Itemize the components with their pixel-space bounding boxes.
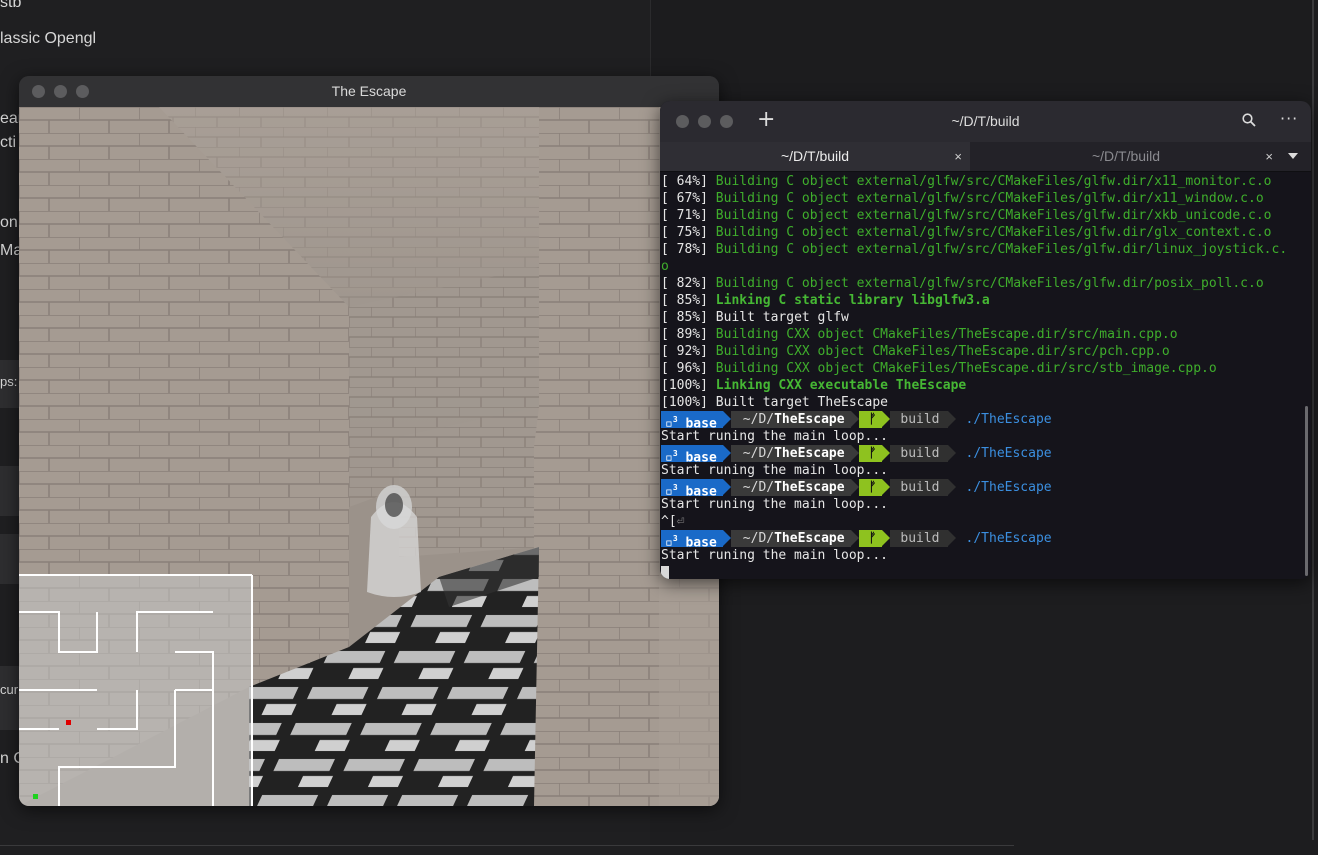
background-line: ps: — [0, 374, 18, 389]
background-scrollbar[interactable] — [1312, 0, 1314, 840]
background-divider — [0, 845, 1014, 846]
run-output-line: Start runing the main loop... — [661, 497, 888, 512]
game-titlebar[interactable]: The Escape — [19, 76, 719, 107]
game-viewport[interactable] — [19, 107, 719, 806]
build-line: [ 78%] Building C object external/glfw/s… — [661, 242, 1288, 257]
build-line: o — [661, 259, 669, 274]
background-band — [0, 534, 20, 584]
conda-env-segment: ▫3 base — [661, 411, 723, 431]
command-text: ./TheEscape — [965, 531, 1052, 546]
git-segment: ᚠ — [858, 445, 883, 462]
dir-segment: build — [890, 479, 948, 496]
minimap-exit-marker — [33, 794, 38, 799]
maze-scene — [19, 107, 719, 806]
background-line: lassic Opengl — [0, 30, 97, 47]
build-line: [100%] Built target TheEscape — [661, 395, 888, 410]
shell-prompt: ▫3 base ~/D/TheEscape ᚠ build ./TheEscap… — [661, 411, 1301, 431]
terminal-headerbar[interactable]: + ~/D/T/build ··· — [660, 101, 1311, 142]
tab-label: ~/D/T/build — [780, 148, 850, 164]
tab-build-active[interactable]: ~/D/T/build × — [660, 142, 970, 171]
terminal-title: ~/D/T/build — [951, 113, 1020, 129]
build-line: [100%] Linking CXX executable TheEscape — [661, 378, 967, 393]
game-window[interactable]: The Escape — [19, 76, 719, 806]
build-line: [ 85%] Linking C static library libglfw3… — [661, 293, 990, 308]
background-right-pane — [650, 0, 1313, 100]
git-segment: ᚠ — [858, 411, 883, 428]
conda-env-segment: ▫3 base — [661, 445, 723, 465]
search-icon[interactable] — [1242, 113, 1256, 127]
path-segment: ~/D/TheEscape — [730, 530, 851, 547]
terminal-output[interactable]: [ 64%] Building C object external/glfw/s… — [661, 173, 1301, 579]
interrupt-line: ^[⏎ — [661, 514, 685, 529]
background-line: cur — [0, 682, 19, 697]
command-text: ./TheEscape — [965, 412, 1052, 427]
terminal-cursor — [661, 566, 669, 579]
background-line: stb — [0, 0, 22, 11]
build-line: [ 96%] Building CXX object CMakeFiles/Th… — [661, 361, 1217, 376]
build-line: [ 89%] Building CXX object CMakeFiles/Th… — [661, 327, 1178, 342]
git-segment: ᚠ — [858, 530, 883, 547]
command-text: ./TheEscape — [965, 446, 1052, 461]
minimap — [19, 574, 253, 806]
shell-prompt: ▫3 base ~/D/TheEscape ᚠ build ./TheEscap… — [661, 445, 1301, 465]
background-line: cti — [0, 134, 16, 151]
game-window-title: The Escape — [331, 83, 407, 99]
build-line: [ 85%] Built target glfw — [661, 310, 849, 325]
shell-prompt: ▫3 base ~/D/TheEscape ᚠ build ./TheEscap… — [661, 479, 1301, 499]
dir-segment: build — [890, 530, 948, 547]
terminal-window[interactable]: + ~/D/T/build ··· ~/D/T/build × ~/D/T/bu… — [660, 101, 1311, 579]
tab-list-dropdown-icon[interactable] — [1288, 153, 1298, 159]
build-line: [ 92%] Building CXX object CMakeFiles/Th… — [661, 344, 1170, 359]
tab-close-icon[interactable]: × — [1265, 142, 1273, 171]
tab-label: ~/D/T/build — [1091, 148, 1161, 164]
build-line: [ 64%] Building C object external/glfw/s… — [661, 174, 1272, 189]
path-segment: ~/D/TheEscape — [730, 411, 851, 428]
path-segment: ~/D/TheEscape — [730, 479, 851, 496]
dir-segment: build — [890, 411, 948, 428]
build-line: [ 71%] Building C object external/glfw/s… — [661, 208, 1272, 223]
background-line: on — [0, 214, 18, 231]
terminal-scrollbar[interactable] — [1305, 406, 1308, 576]
build-line: [ 67%] Building C object external/glfw/s… — [661, 191, 1264, 206]
dir-segment: build — [890, 445, 948, 462]
terminal-tabbar: ~/D/T/build × ~/D/T/build × — [660, 142, 1311, 172]
command-text: ./TheEscape — [965, 480, 1052, 495]
background-band — [0, 466, 20, 516]
run-output-line: Start runing the main loop... — [661, 429, 888, 444]
conda-env-segment: ▫3 base — [661, 530, 723, 550]
tab-build[interactable]: ~/D/T/build × — [971, 142, 1281, 171]
tab-close-icon[interactable]: × — [954, 142, 962, 171]
path-segment: ~/D/TheEscape — [730, 445, 851, 462]
run-output-line: Start runing the main loop... — [661, 463, 888, 478]
background-band — [0, 666, 20, 730]
shell-prompt: ▫3 base ~/D/TheEscape ᚠ build ./TheEscap… — [661, 530, 1301, 550]
cursor-line — [661, 564, 1301, 579]
menu-icon[interactable]: ··· — [1280, 109, 1298, 128]
build-line: [ 75%] Building C object external/glfw/s… — [661, 225, 1272, 240]
run-output-line: Start runing the main loop... — [661, 548, 888, 563]
git-segment: ᚠ — [858, 479, 883, 496]
return-icon: ⏎ — [676, 514, 685, 529]
conda-env-segment: ▫3 base — [661, 479, 723, 499]
minimap-player-marker — [66, 720, 71, 725]
build-line: [ 82%] Building C object external/glfw/s… — [661, 276, 1264, 291]
